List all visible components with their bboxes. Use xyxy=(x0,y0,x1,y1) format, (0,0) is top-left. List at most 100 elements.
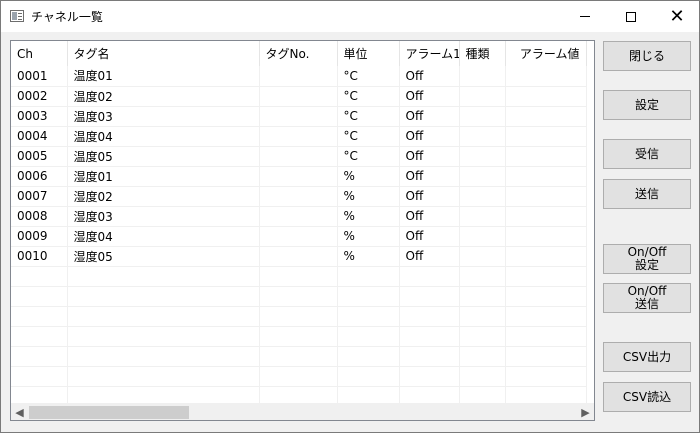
cell-ch[interactable]: 0006 xyxy=(11,166,68,187)
channel-grid[interactable]: Ch タグ名 タグNo. 単位 アラーム1 種類 アラーム値 0001 温度01 °… xyxy=(10,40,595,421)
cell-alarm1[interactable]: Off xyxy=(399,106,460,127)
cell-alarm-value[interactable] xyxy=(505,66,587,87)
cell-tag-no[interactable] xyxy=(259,226,338,247)
cell-tag-name[interactable]: 温度04 xyxy=(67,126,260,147)
cell-alarm-value[interactable] xyxy=(505,106,587,127)
cell-tag-no[interactable] xyxy=(259,186,338,207)
scrollbar-thumb[interactable] xyxy=(29,406,189,419)
cell-tag-no[interactable] xyxy=(259,126,338,147)
cell-alarm1[interactable]: Off xyxy=(399,126,460,147)
cell-type[interactable] xyxy=(459,106,506,127)
cell-tag-no[interactable] xyxy=(259,146,338,167)
cell-unit[interactable]: % xyxy=(337,186,400,207)
cell-unit[interactable]: °C xyxy=(337,146,400,167)
cell-alarm1[interactable]: Off xyxy=(399,166,460,187)
table-row[interactable]: 0001 温度01 °C Off xyxy=(11,66,587,87)
cell-ch[interactable]: 0009 xyxy=(11,226,68,247)
csv-import-button[interactable]: CSV読込 xyxy=(603,382,691,412)
cell-type[interactable] xyxy=(459,246,506,267)
csv-export-button[interactable]: CSV出力 xyxy=(603,342,691,372)
cell-tag-name[interactable]: 湿度02 xyxy=(67,186,260,207)
cell-tag-no[interactable] xyxy=(259,106,338,127)
table-row[interactable]: 0003 温度03 °C Off xyxy=(11,106,587,127)
table-row[interactable]: 0006 湿度01% Off xyxy=(11,166,587,187)
settings-button[interactable]: 設定 xyxy=(603,90,691,120)
table-row[interactable]: 0007 湿度02% Off xyxy=(11,186,587,207)
cell-alarm-value[interactable] xyxy=(505,206,587,227)
cell-ch[interactable]: 0010 xyxy=(11,246,68,267)
cell-alarm1[interactable]: Off xyxy=(399,246,460,267)
send-button[interactable]: 送信 xyxy=(603,179,691,209)
column-header-tag-name[interactable]: タグ名 xyxy=(67,41,260,66)
cell-type[interactable] xyxy=(459,66,506,87)
cell-tag-name[interactable]: 湿度04 xyxy=(67,226,260,247)
table-row[interactable]: 0010 湿度05% Off xyxy=(11,246,587,267)
cell-ch[interactable]: 0005 xyxy=(11,146,68,167)
cell-alarm-value[interactable] xyxy=(505,186,587,207)
horizontal-scrollbar[interactable]: ◀ ▶ xyxy=(11,403,594,420)
column-header-alarm-value[interactable]: アラーム値 xyxy=(505,41,587,66)
cell-alarm1[interactable]: Off xyxy=(399,186,460,207)
column-header-alarm1[interactable]: アラーム1 xyxy=(399,41,460,66)
column-header-tag-no[interactable]: タグNo. xyxy=(259,41,338,66)
cell-alarm1[interactable]: Off xyxy=(399,146,460,167)
close-button[interactable]: 閉じる xyxy=(603,41,691,71)
cell-alarm-value[interactable] xyxy=(505,226,587,247)
table-row[interactable]: 0009 湿度04% Off xyxy=(11,226,587,247)
cell-unit[interactable]: % xyxy=(337,246,400,267)
table-row[interactable]: 0002 温度02 °C Off xyxy=(11,86,587,107)
cell-alarm-value[interactable] xyxy=(505,126,587,147)
cell-alarm1[interactable]: Off xyxy=(399,206,460,227)
onoff-settings-button[interactable]: On/Off 設定 xyxy=(603,244,691,274)
cell-type[interactable] xyxy=(459,186,506,207)
cell-unit[interactable]: % xyxy=(337,166,400,187)
column-header-unit[interactable]: 単位 xyxy=(337,41,400,66)
cell-tag-no[interactable] xyxy=(259,66,338,87)
scroll-right-icon[interactable]: ▶ xyxy=(577,404,594,420)
cell-ch[interactable]: 0008 xyxy=(11,206,68,227)
receive-button[interactable]: 受信 xyxy=(603,139,691,169)
cell-alarm-value[interactable] xyxy=(505,86,587,107)
cell-alarm1[interactable]: Off xyxy=(399,86,460,107)
cell-ch[interactable]: 0001 xyxy=(11,66,68,87)
cell-unit[interactable]: % xyxy=(337,226,400,247)
cell-unit[interactable]: % xyxy=(337,206,400,227)
cell-tag-name[interactable]: 温度01 xyxy=(67,66,260,87)
cell-tag-no[interactable] xyxy=(259,166,338,187)
cell-ch[interactable]: 0002 xyxy=(11,86,68,107)
cell-tag-name[interactable]: 湿度03 xyxy=(67,206,260,227)
cell-alarm1[interactable]: Off xyxy=(399,66,460,87)
table-row[interactable]: 0008 湿度03% Off xyxy=(11,206,587,227)
cell-type[interactable] xyxy=(459,126,506,147)
onoff-send-button[interactable]: On/Off 送信 xyxy=(603,283,691,313)
cell-alarm1[interactable]: Off xyxy=(399,226,460,247)
table-row[interactable]: 0004 温度04 °C Off xyxy=(11,126,587,147)
cell-tag-name[interactable]: 温度05 xyxy=(67,146,260,167)
minimize-button[interactable] xyxy=(562,1,608,32)
cell-alarm-value[interactable] xyxy=(505,166,587,187)
cell-tag-name[interactable]: 湿度05 xyxy=(67,246,260,267)
cell-tag-no[interactable] xyxy=(259,246,338,267)
cell-unit[interactable]: °C xyxy=(337,126,400,147)
cell-type[interactable] xyxy=(459,166,506,187)
cell-tag-name[interactable]: 湿度01 xyxy=(67,166,260,187)
cell-ch[interactable]: 0003 xyxy=(11,106,68,127)
cell-type[interactable] xyxy=(459,206,506,227)
cell-alarm-value[interactable] xyxy=(505,246,587,267)
cell-unit[interactable]: °C xyxy=(337,66,400,87)
cell-alarm-value[interactable] xyxy=(505,146,587,167)
cell-unit[interactable]: °C xyxy=(337,106,400,127)
cell-unit[interactable]: °C xyxy=(337,86,400,107)
cell-tag-name[interactable]: 温度02 xyxy=(67,86,260,107)
cell-ch[interactable]: 0007 xyxy=(11,186,68,207)
cell-tag-no[interactable] xyxy=(259,86,338,107)
column-header-type[interactable]: 種類 xyxy=(459,41,506,66)
close-window-button[interactable]: ✕ xyxy=(654,1,700,32)
cell-tag-name[interactable]: 温度03 xyxy=(67,106,260,127)
cell-ch[interactable]: 0004 xyxy=(11,126,68,147)
cell-type[interactable] xyxy=(459,86,506,107)
column-header-ch[interactable]: Ch xyxy=(11,41,68,66)
cell-type[interactable] xyxy=(459,146,506,167)
maximize-button[interactable] xyxy=(608,1,654,32)
table-row[interactable]: 0005 温度05 °C Off xyxy=(11,146,587,167)
